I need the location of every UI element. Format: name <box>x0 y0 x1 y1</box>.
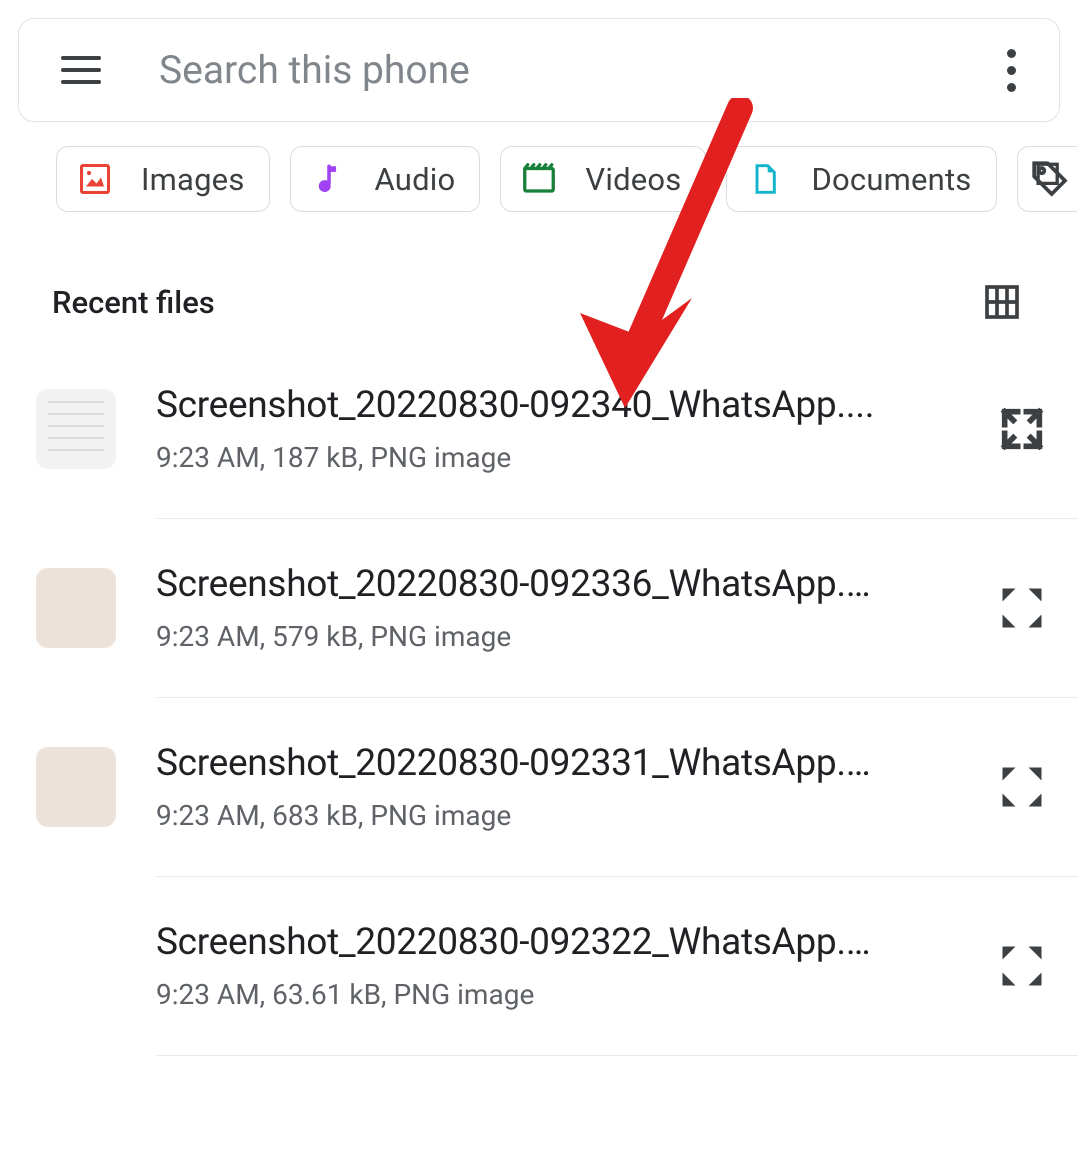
chip-documents[interactable]: Documents <box>726 146 996 212</box>
file-row[interactable]: Screenshot_20220830-092340_WhatsApp.... … <box>0 340 1078 518</box>
file-meta: 9:23 AM, 63.61 kB, PNG image <box>156 978 954 1011</box>
chip-videos[interactable]: Videos <box>500 146 706 212</box>
file-name: Screenshot_20220830-092322_WhatsApp.p... <box>156 921 876 964</box>
file-name: Screenshot_20220830-092336_WhatsApp.p... <box>156 563 876 606</box>
file-meta: 9:23 AM, 579 kB, PNG image <box>156 620 954 653</box>
chip-label: Audio <box>375 161 456 198</box>
file-thumbnail <box>36 568 116 648</box>
more-options-icon[interactable] <box>987 46 1035 94</box>
divider <box>156 1055 1078 1056</box>
file-name: Screenshot_20220830-092340_WhatsApp.... <box>156 384 876 427</box>
audio-icon <box>309 159 349 199</box>
file-thumbnail <box>36 389 116 469</box>
expand-icon[interactable] <box>994 580 1050 636</box>
grid-view-toggle[interactable] <box>982 282 1022 322</box>
file-name: Screenshot_20220830-092331_WhatsApp.p... <box>156 742 876 785</box>
search-input[interactable]: Search this phone <box>159 47 987 93</box>
video-icon <box>519 159 559 199</box>
document-icon <box>745 159 785 199</box>
filter-chips-row: Images Audio Videos Documents <box>0 122 1078 212</box>
chip-more[interactable] <box>1017 146 1077 212</box>
chip-images[interactable]: Images <box>56 146 270 212</box>
search-bar: Search this phone <box>18 18 1060 122</box>
file-text: Screenshot_20220830-092340_WhatsApp.... … <box>156 384 954 474</box>
chip-label: Images <box>141 161 245 198</box>
file-list: Screenshot_20220830-092340_WhatsApp.... … <box>0 322 1078 1056</box>
file-thumbnail <box>36 926 116 1006</box>
image-icon <box>75 159 115 199</box>
file-row[interactable]: Screenshot_20220830-092322_WhatsApp.p...… <box>0 877 1078 1055</box>
section-header: Recent files <box>0 212 1078 322</box>
chip-label: Videos <box>585 161 681 198</box>
expand-icon[interactable] <box>994 401 1050 457</box>
chip-label: Documents <box>811 161 971 198</box>
menu-icon[interactable] <box>57 46 105 94</box>
expand-icon[interactable] <box>994 938 1050 994</box>
tag-icon <box>1030 159 1070 199</box>
section-title: Recent files <box>52 284 215 321</box>
expand-icon[interactable] <box>994 759 1050 815</box>
file-meta: 9:23 AM, 187 kB, PNG image <box>156 441 954 474</box>
file-row[interactable]: Screenshot_20220830-092336_WhatsApp.p...… <box>0 519 1078 697</box>
file-thumbnail <box>36 747 116 827</box>
file-text: Screenshot_20220830-092322_WhatsApp.p...… <box>156 921 954 1011</box>
file-row[interactable]: Screenshot_20220830-092331_WhatsApp.p...… <box>0 698 1078 876</box>
file-meta: 9:23 AM, 683 kB, PNG image <box>156 799 954 832</box>
file-text: Screenshot_20220830-092331_WhatsApp.p...… <box>156 742 954 832</box>
chip-audio[interactable]: Audio <box>290 146 481 212</box>
file-text: Screenshot_20220830-092336_WhatsApp.p...… <box>156 563 954 653</box>
